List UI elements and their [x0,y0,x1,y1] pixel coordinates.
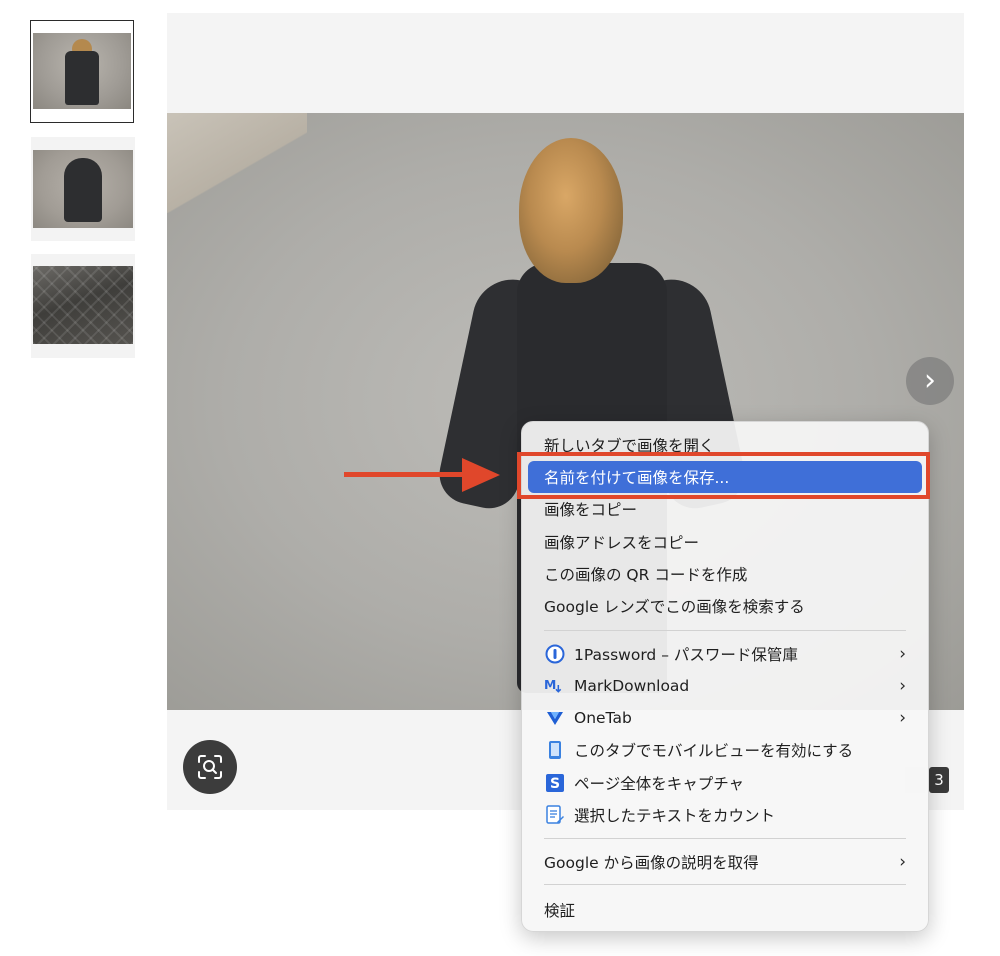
thumbnail-1-image [33,33,131,109]
counter-number: 3 [929,767,949,793]
capture-icon: S [544,773,565,794]
chevron-right-icon: › [899,644,906,664]
menu-item-google-lens-search[interactable]: Google レンズでこの画像を検索する [522,590,928,622]
menu-item-label: この画像の QR コードを作成 [544,566,748,584]
menu-item-label: このタブでモバイルビューを有効にする [574,742,854,760]
annotation-arrow-line [344,472,474,477]
chevron-right-icon: › [924,363,936,398]
fur-hood-shape [519,138,623,283]
menu-item-1password[interactable]: 1Password – パスワード保管庫 › [522,638,928,670]
menu-item-onetab[interactable]: OneTab › [522,702,928,734]
svg-text:M: M [544,677,556,692]
menu-item-google-image-description[interactable]: Google から画像の説明を取得 › [522,846,928,878]
menu-item-copy-image-address[interactable]: 画像アドレスをコピー [522,526,928,558]
menu-separator [544,838,906,839]
svg-text:S: S [550,776,560,792]
menu-item-markdownload[interactable]: M MarkDownload › [522,670,928,702]
chevron-right-icon: › [899,852,906,872]
menu-item-label: MarkDownload [574,677,690,695]
menu-item-label: 1Password – パスワード保管庫 [574,646,798,664]
menu-separator [544,630,906,631]
menu-item-label: 画像をコピー [544,501,638,519]
menu-item-count-text[interactable]: 選択したテキストをカウント [522,799,928,831]
chevron-right-icon: › [899,676,906,696]
thumbnail-2[interactable] [31,137,135,241]
thumbnail-3[interactable] [31,254,135,358]
quilt-pattern [33,266,133,344]
onetab-icon [544,708,565,729]
next-image-button[interactable]: › [906,357,954,405]
menu-item-label: Google レンズでこの画像を検索する [544,598,805,616]
thumbnail-2-image [33,150,133,228]
menu-item-label: Google から画像の説明を取得 [544,854,759,872]
markdownload-icon: M [544,676,565,697]
menu-item-label: 選択したテキストをカウント [574,807,776,825]
thumbnail-3-image [33,266,133,344]
menu-item-capture-page[interactable]: S ページ全体をキャプチャ [522,767,928,799]
floor-edge [167,113,307,213]
menu-item-label: 画像アドレスをコピー [544,534,700,552]
coat-shape [65,51,99,105]
onepassword-icon [544,644,565,665]
thumbnail-1[interactable] [30,20,134,123]
lens-search-button[interactable] [183,740,237,794]
menu-item-label: OneTab [574,709,632,727]
menu-item-label: ページ全体をキャプチャ [574,775,745,793]
chevron-right-icon: › [899,708,906,728]
coat-shape [64,158,102,222]
menu-separator [544,884,906,885]
menu-item-mobile-view[interactable]: このタブでモバイルビューを有効にする [522,734,928,766]
mobile-view-icon [544,740,565,761]
count-text-icon [544,805,565,826]
annotation-arrow-head [462,458,500,492]
annotation-highlight-box [517,452,930,499]
menu-item-inspect[interactable]: 検証 [522,894,928,926]
menu-item-label: 検証 [544,902,576,920]
menu-item-create-qr-code[interactable]: この画像の QR コードを作成 [522,558,928,590]
lens-search-icon [198,755,222,779]
